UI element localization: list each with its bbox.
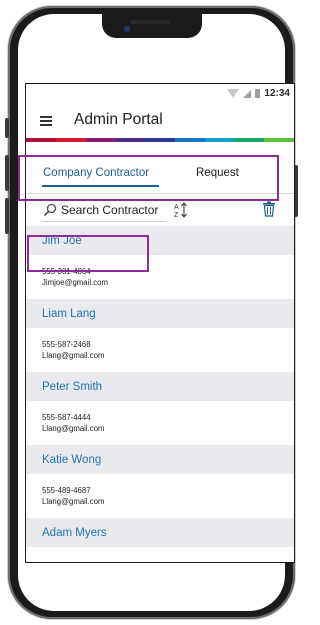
search-icon[interactable]	[43, 203, 57, 217]
wifi-icon	[227, 89, 240, 98]
contractor-name-peter-smith[interactable]: Peter Smith	[26, 372, 294, 401]
phone-speaker	[130, 20, 170, 24]
contractor-email: Jimjoe@gmail.com	[42, 278, 108, 287]
first-contractor-highlight-box	[27, 235, 149, 272]
contractor-phone: 555-587-2468	[42, 340, 91, 349]
phone-volume-down	[5, 198, 9, 234]
svg-text:Z: Z	[174, 212, 179, 219]
contractor-email: Llang@gmail.com	[42, 497, 105, 506]
contractor-phone: 555-489-4687	[42, 486, 91, 495]
phone-camera	[124, 26, 130, 32]
status-time: 12:34	[264, 88, 290, 99]
contractor-email: Llang@gmail.com	[42, 424, 105, 433]
status-bar: 12:34	[26, 84, 294, 104]
search-underline	[42, 221, 167, 222]
signal-icon	[243, 89, 252, 98]
app-bar: Admin Portal	[26, 104, 294, 138]
contractor-phone: 555-587-4444	[42, 413, 91, 422]
search-contractor-input[interactable]: Search Contractor	[61, 203, 158, 217]
battery-icon	[255, 89, 261, 98]
phone-volume-up	[5, 155, 9, 191]
contractor-list: Jim Joe 555-331-4864 Jimjoe@gmail.com Li…	[26, 226, 294, 547]
menu-icon[interactable]	[40, 116, 52, 126]
tabs-highlight-box	[18, 155, 279, 201]
contractor-details: 555-587-2468 Llang@gmail.com	[26, 328, 294, 372]
svg-text:A: A	[174, 204, 179, 211]
contractor-name-adam-myers[interactable]: Adam Myers	[26, 518, 294, 547]
phone-side-button	[5, 118, 9, 138]
contractor-email: Llang@gmail.com	[42, 351, 105, 360]
trash-icon[interactable]	[262, 201, 276, 217]
contractor-name-katie-wong[interactable]: Katie Wong	[26, 445, 294, 474]
status-icons: 12:34	[227, 88, 290, 99]
page-title: Admin Portal	[74, 111, 163, 128]
contractor-details: 555-587-4444 Llang@gmail.com	[26, 401, 294, 445]
sort-az-icon[interactable]: A Z	[174, 201, 190, 219]
contractor-details: 555-489-4687 Llang@gmail.com	[26, 474, 294, 518]
contractor-name-liam-lang[interactable]: Liam Lang	[26, 299, 294, 328]
phone-notch	[102, 14, 202, 38]
